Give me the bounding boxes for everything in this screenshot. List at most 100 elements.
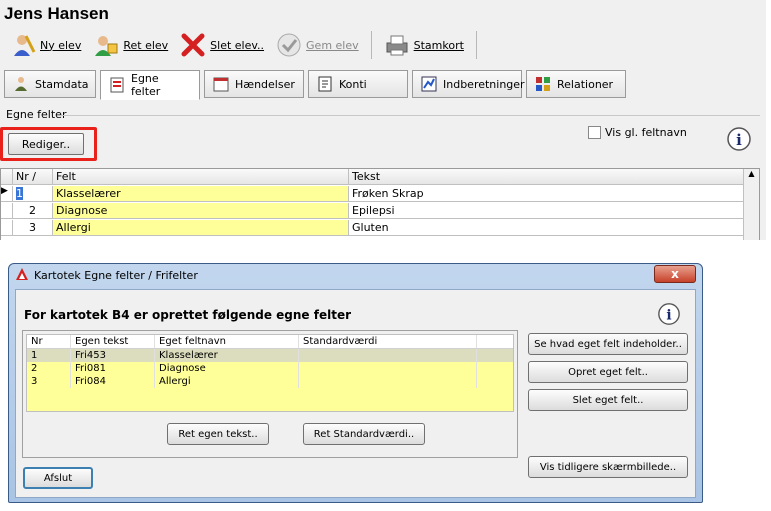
svg-text:i: i bbox=[666, 308, 671, 324]
grid-header-nr[interactable]: Nr / bbox=[13, 169, 53, 185]
row-indicator bbox=[1, 220, 13, 236]
vis-tidligere-button[interactable]: Vis tidligere skærmbillede.. bbox=[528, 456, 688, 478]
edit-student-icon bbox=[93, 32, 119, 58]
calendar-icon bbox=[213, 76, 229, 92]
report-icon bbox=[421, 76, 437, 92]
grid-corner-icon[interactable] bbox=[1, 169, 13, 185]
document-icon bbox=[317, 76, 333, 92]
list-icon bbox=[109, 77, 125, 93]
list-standardvaerdi bbox=[299, 362, 477, 375]
main-window: Jens Hansen Ny elev Ret elev Slet elev..… bbox=[0, 0, 766, 240]
section-divider bbox=[60, 115, 760, 116]
row-felt[interactable]: Allergi bbox=[53, 220, 349, 236]
list-standardvaerdi bbox=[299, 375, 477, 388]
list-header-nr[interactable]: Nr bbox=[27, 335, 71, 348]
scroll-up-icon[interactable]: ▲ bbox=[744, 169, 759, 178]
grid-header-felt[interactable]: Felt bbox=[53, 169, 349, 185]
tab-label: Konti bbox=[339, 77, 367, 91]
grid-scrollbar[interactable]: ▲ bbox=[743, 169, 759, 240]
row-indicator-icon: ▶ bbox=[1, 186, 13, 202]
person-icon bbox=[13, 76, 29, 92]
stamkort-label: Stamkort bbox=[413, 38, 464, 52]
row-nr[interactable]: 1 bbox=[13, 186, 53, 202]
ny-elev-label: Ny elev bbox=[40, 38, 82, 52]
stamkort-button[interactable]: Stamkort bbox=[378, 30, 470, 60]
toolbar: Ny elev Ret elev Slet elev.. Gem elev St… bbox=[4, 28, 483, 62]
dialog-body: For kartotek B4 er oprettet følgende egn… bbox=[15, 289, 696, 498]
list-egen-tekst: Fri453 bbox=[71, 349, 155, 362]
checkbox-label: Vis gl. feltnavn bbox=[605, 126, 687, 139]
slet-elev-label: Slet elev.. bbox=[210, 38, 265, 52]
checkbox-box[interactable] bbox=[588, 126, 601, 139]
info-icon[interactable]: i bbox=[726, 126, 752, 155]
slet-eget-felt-button[interactable]: Slet eget felt.. bbox=[528, 389, 688, 411]
grid-header-tekst[interactable]: Tekst bbox=[349, 169, 745, 185]
dialog-title: Kartotek Egne felter / Frifelter bbox=[34, 268, 198, 282]
felter-list[interactable]: Nr Egen tekst Eget feltnavn Standardværd… bbox=[26, 334, 514, 412]
app-logo-icon bbox=[15, 267, 29, 284]
egne-felter-grid: Nr / Felt Tekst ▶ 1 Klasselærer Frøken S… bbox=[0, 168, 760, 240]
tab-haendelser[interactable]: Hændelser bbox=[204, 70, 304, 98]
gem-elev-button[interactable]: Gem elev bbox=[270, 30, 365, 60]
tab-indberetninger[interactable]: Indberetninger bbox=[412, 70, 525, 98]
list-standardvaerdi bbox=[299, 349, 477, 362]
list-nr: 2 bbox=[27, 362, 71, 375]
list-item[interactable]: 1 Fri453 Klasselærer bbox=[27, 349, 513, 362]
dialog-titlebar[interactable]: Kartotek Egne felter / Frifelter bbox=[9, 264, 702, 286]
tab-label: Stamdata bbox=[35, 77, 89, 91]
list-egen-tekst: Fri084 bbox=[71, 375, 155, 388]
dialog-heading: For kartotek B4 er oprettet følgende egn… bbox=[24, 308, 351, 322]
table-row[interactable]: ▶ 1 Klasselærer Frøken Skrap bbox=[1, 186, 745, 202]
row-nr[interactable]: 2 bbox=[13, 203, 53, 219]
gem-elev-label: Gem elev bbox=[306, 38, 359, 52]
info-icon[interactable]: i bbox=[657, 302, 681, 329]
list-eget-feltnavn: Diagnose bbox=[155, 362, 299, 375]
se-hvad-eget-felt-button[interactable]: Se hvad eget felt indeholder.. bbox=[528, 333, 688, 355]
ny-elev-button[interactable]: Ny elev bbox=[4, 30, 87, 60]
ret-standardvaerdi-button[interactable]: Ret Standardværdi.. bbox=[303, 423, 425, 445]
tab-stamdata[interactable]: Stamdata bbox=[4, 70, 96, 98]
close-button[interactable]: x bbox=[654, 265, 696, 283]
row-felt[interactable]: Diagnose bbox=[53, 203, 349, 219]
list-egen-tekst: Fri081 bbox=[71, 362, 155, 375]
row-indicator bbox=[1, 203, 13, 219]
toolbar-separator bbox=[370, 31, 372, 59]
list-eget-feltnavn: Allergi bbox=[155, 375, 299, 388]
list-item[interactable]: 2 Fri081 Diagnose bbox=[27, 362, 513, 375]
tab-relationer[interactable]: Relationer bbox=[526, 70, 626, 98]
tab-label: Egne felter bbox=[131, 72, 161, 98]
list-header-eget-feltnavn[interactable]: Eget feltnavn bbox=[155, 335, 299, 348]
tab-konti[interactable]: Konti bbox=[308, 70, 408, 98]
row-nr[interactable]: 3 bbox=[13, 220, 53, 236]
row-tekst[interactable]: Epilepsi bbox=[349, 203, 745, 219]
afslut-button[interactable]: Afslut bbox=[23, 467, 93, 489]
tab-label: Relationer bbox=[557, 77, 614, 91]
list-header-standardvaerdi[interactable]: Standardværdi bbox=[299, 335, 477, 348]
ret-elev-button[interactable]: Ret elev bbox=[87, 30, 174, 60]
list-header-egen-tekst[interactable]: Egen tekst bbox=[71, 335, 155, 348]
list-nr: 3 bbox=[27, 375, 71, 388]
list-item[interactable]: 3 Fri084 Allergi bbox=[27, 375, 513, 388]
row-tekst[interactable]: Frøken Skrap bbox=[349, 186, 745, 202]
table-row[interactable]: 3 Allergi Gluten bbox=[1, 220, 745, 236]
tab-egne-felter[interactable]: Egne felter bbox=[100, 70, 200, 100]
relations-icon bbox=[535, 76, 551, 92]
list-nr: 1 bbox=[27, 349, 71, 362]
row-felt[interactable]: Klasselærer bbox=[53, 186, 349, 202]
tab-bar: Stamdata Egne felter Hændelser Konti Ind… bbox=[4, 70, 626, 100]
row-tekst[interactable]: Gluten bbox=[349, 220, 745, 236]
vis-gl-feltnavn-checkbox[interactable]: Vis gl. feltnavn bbox=[588, 126, 687, 139]
slet-elev-button[interactable]: Slet elev.. bbox=[174, 30, 270, 60]
rediger-button[interactable]: Rediger.. bbox=[8, 133, 84, 155]
table-row[interactable]: 2 Diagnose Epilepsi bbox=[1, 203, 745, 219]
save-check-icon bbox=[276, 32, 302, 58]
list-eget-feltnavn: Klasselærer bbox=[155, 349, 299, 362]
new-student-icon bbox=[10, 32, 36, 58]
svg-text:i: i bbox=[736, 131, 742, 149]
app-title: Jens Hansen bbox=[4, 4, 109, 23]
ret-egen-tekst-button[interactable]: Ret egen tekst.. bbox=[167, 423, 269, 445]
printer-icon bbox=[384, 32, 410, 58]
ret-elev-label: Ret elev bbox=[123, 38, 169, 52]
section-label: Egne felter bbox=[6, 108, 67, 121]
opret-eget-felt-button[interactable]: Opret eget felt.. bbox=[528, 361, 688, 383]
